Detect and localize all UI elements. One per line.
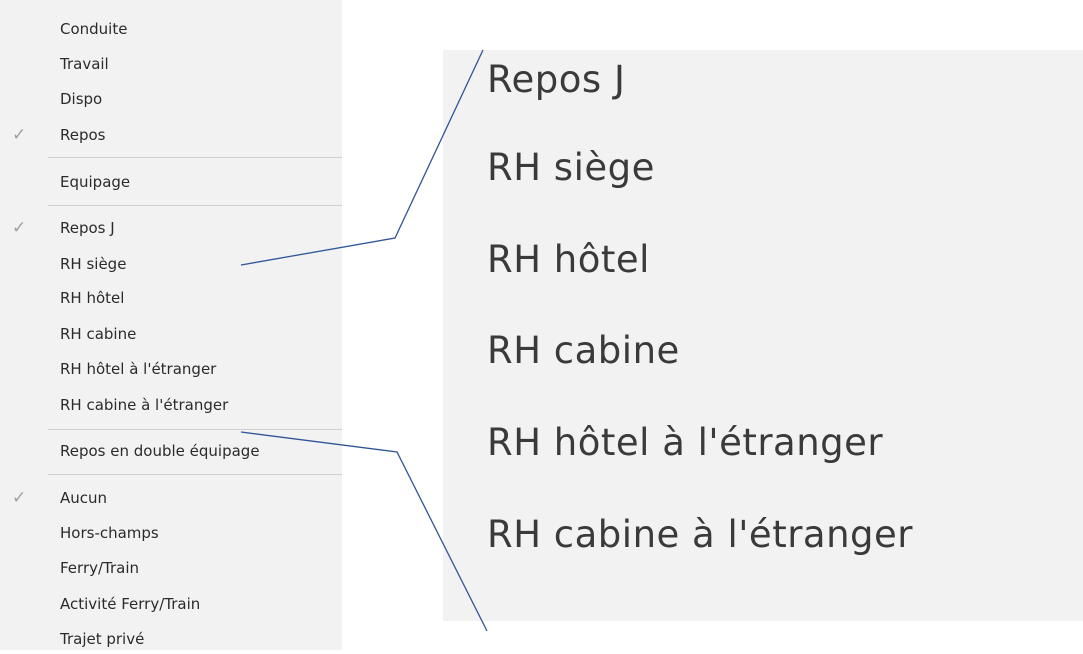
menu-item-label: Activité Ferry/Train (60, 595, 201, 613)
menu-item-activite-ferry-train[interactable]: Activité Ferry/Train (0, 589, 342, 619)
menu-item-aucun[interactable]: ✓ Aucun (0, 483, 342, 513)
menu-item-repos-double-equipage[interactable]: Repos en double équipage (0, 436, 342, 466)
checkmark-icon: ✓ (12, 218, 27, 238)
zoom-item: RH hôtel à l'étranger (487, 421, 884, 464)
menu-item-rh-siege[interactable]: RH siège (0, 249, 342, 279)
menu-separator (48, 429, 342, 430)
menu-item-label: Conduite (60, 20, 128, 38)
checkmark-icon: ✓ (12, 488, 27, 508)
zoom-item: Repos J (487, 58, 626, 101)
menu-item-label: Equipage (60, 173, 131, 191)
zoom-item: RH cabine (487, 329, 680, 372)
menu-separator (48, 474, 342, 475)
menu-separator (48, 205, 342, 206)
menu-item-rh-hotel-etranger[interactable]: RH hôtel à l'étranger (0, 354, 342, 384)
menu-item-label: Ferry/Train (60, 559, 140, 577)
menu-item-label: Aucun (60, 489, 108, 507)
zoom-inset: Repos J RH siège RH hôtel RH cabine RH h… (443, 50, 1083, 621)
zoom-item: RH hôtel (487, 238, 650, 281)
menu-item-label: RH cabine (60, 325, 137, 343)
menu-item-rh-cabine-etranger[interactable]: RH cabine à l'étranger (0, 390, 342, 420)
menu-item-label: Dispo (60, 90, 103, 108)
menu-item-dispo[interactable]: Dispo (0, 84, 342, 114)
menu-item-equipage[interactable]: Equipage (0, 167, 342, 197)
menu-item-rh-cabine[interactable]: RH cabine (0, 319, 342, 349)
menu-item-label: RH cabine à l'étranger (60, 396, 229, 414)
menu-item-label: Repos J (60, 219, 115, 237)
menu-item-label: Hors-champs (60, 524, 159, 542)
menu-item-rh-hotel[interactable]: RH hôtel (0, 283, 342, 313)
menu-item-conduite[interactable]: Conduite (0, 14, 342, 44)
menu-item-label: Repos (60, 126, 106, 144)
menu-item-label: Repos en double équipage (60, 442, 260, 460)
menu-item-repos-j[interactable]: ✓ Repos J (0, 213, 342, 243)
context-menu: Conduite Travail Dispo ✓ Repos Equipage … (0, 0, 342, 650)
menu-item-label: RH hôtel à l'étranger (60, 360, 217, 378)
zoom-item: RH cabine à l'étranger (487, 513, 914, 556)
zoom-item: RH siège (487, 146, 655, 189)
menu-item-label: Travail (60, 55, 109, 73)
menu-item-travail[interactable]: Travail (0, 49, 342, 79)
menu-item-ferry-train[interactable]: Ferry/Train (0, 553, 342, 583)
menu-separator (48, 157, 342, 158)
menu-item-repos[interactable]: ✓ Repos (0, 120, 342, 150)
menu-item-label: RH hôtel (60, 289, 125, 307)
menu-item-hors-champs[interactable]: Hors-champs (0, 518, 342, 548)
checkmark-icon: ✓ (12, 125, 27, 145)
menu-item-label: RH siège (60, 255, 127, 273)
